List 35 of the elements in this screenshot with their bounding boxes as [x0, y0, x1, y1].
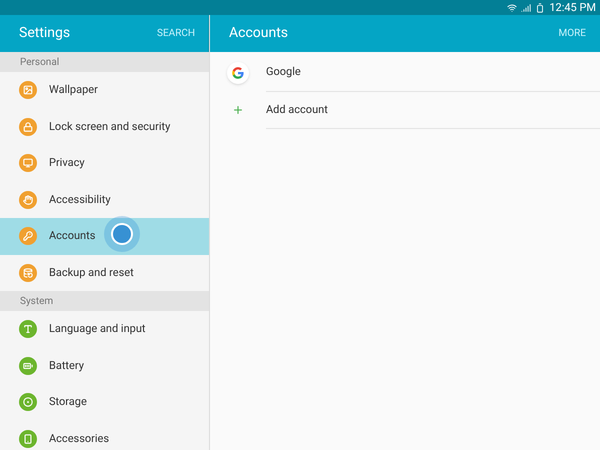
account-row[interactable]: Google: [210, 54, 600, 92]
account-label: Add account: [266, 102, 328, 118]
item-label: Lock screen and security: [49, 118, 170, 134]
settings-item[interactable]: Privacy: [0, 145, 209, 182]
settings-item[interactable]: Accounts: [0, 218, 209, 254]
item-label: Wallpaper: [49, 82, 98, 98]
item-label: Accessories: [49, 430, 110, 446]
settings-item[interactable]: Wallpaper: [0, 72, 209, 108]
section-title: System: [20, 294, 54, 308]
account-row[interactable]: Add account: [210, 92, 600, 129]
touch-indicator: [104, 216, 140, 252]
google-logo-icon: [227, 62, 249, 84]
section-title: Personal: [20, 56, 60, 70]
item-label: Privacy: [49, 155, 85, 171]
settings-title: Settings: [19, 24, 70, 43]
plus-icon: [232, 104, 244, 116]
settings-item[interactable]: Storage: [0, 384, 209, 420]
settings-item[interactable]: Backup and reset: [0, 254, 209, 291]
settings-item[interactable]: Accessories: [0, 420, 209, 450]
settings-item[interactable]: Language and input: [0, 311, 209, 348]
item-label: Storage: [49, 394, 87, 410]
clock: 12:45 PM: [549, 2, 596, 13]
item-label: Accounts: [49, 228, 96, 244]
wifi-icon: [507, 2, 518, 12]
item-label: Battery: [49, 358, 84, 374]
item-label: Backup and reset: [49, 264, 134, 280]
accounts-title: Accounts: [229, 24, 288, 43]
item-label: Language and input: [49, 321, 146, 337]
account-label: Google: [266, 64, 301, 80]
settings-item[interactable]: Battery: [0, 348, 209, 384]
item-label: Accessibility: [49, 192, 111, 208]
settings-item[interactable]: Lock screen and security: [0, 108, 209, 145]
battery-status-icon: [535, 2, 546, 12]
settings-item[interactable]: Accessibility: [0, 182, 209, 218]
signal-icon: [521, 2, 532, 12]
